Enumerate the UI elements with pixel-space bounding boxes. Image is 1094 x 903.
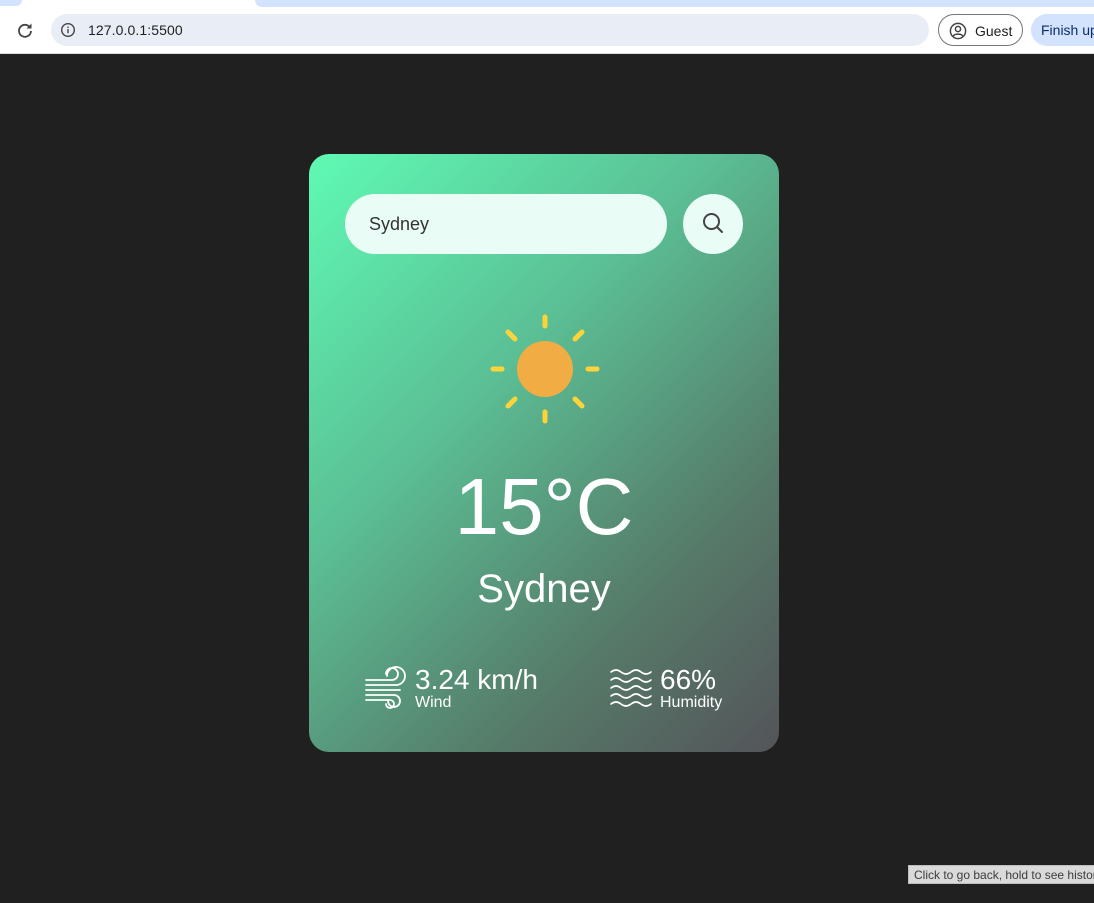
search-button[interactable]: [683, 194, 743, 254]
profile-label: Guest: [975, 23, 1013, 39]
wind-speed: 3.24 km/h: [415, 664, 538, 695]
temperature: 15°C: [454, 462, 634, 551]
finish-update-label: Finish up: [1041, 22, 1094, 38]
profile-button[interactable]: Guest: [938, 14, 1023, 46]
sun-icon: [489, 313, 601, 425]
humidity-icon: [610, 669, 652, 707]
city-search-input[interactable]: [345, 194, 667, 254]
reload-icon[interactable]: [14, 19, 36, 41]
wind-label: Wind: [415, 694, 452, 711]
address-bar[interactable]: 127.0.0.1:5500: [51, 14, 929, 46]
browser-toolbar: 127.0.0.1:5500 Guest Finish up: [0, 0, 1094, 54]
profile-icon: [949, 22, 967, 40]
weather-card: 15°C Sydney 3.24 km/h Wind 66% Hu: [309, 154, 779, 752]
city-name: Sydney: [477, 567, 611, 611]
finish-update-button[interactable]: Finish up: [1031, 14, 1094, 46]
tab-strip[interactable]: [255, 0, 1094, 7]
site-info-icon[interactable]: [60, 22, 76, 38]
humidity-detail: 66% Humidity: [609, 664, 749, 714]
search-icon: [703, 213, 723, 233]
wind-detail: 3.24 km/h Wind: [364, 664, 564, 714]
back-button-tooltip: Click to go back, hold to see history: [908, 865, 1094, 884]
wind-icon: [365, 666, 406, 709]
humidity-value: 66%: [660, 664, 717, 695]
url-text: 127.0.0.1:5500: [88, 22, 183, 38]
humidity-label: Humidity: [660, 694, 723, 711]
active-tab-edge[interactable]: [0, 0, 22, 6]
